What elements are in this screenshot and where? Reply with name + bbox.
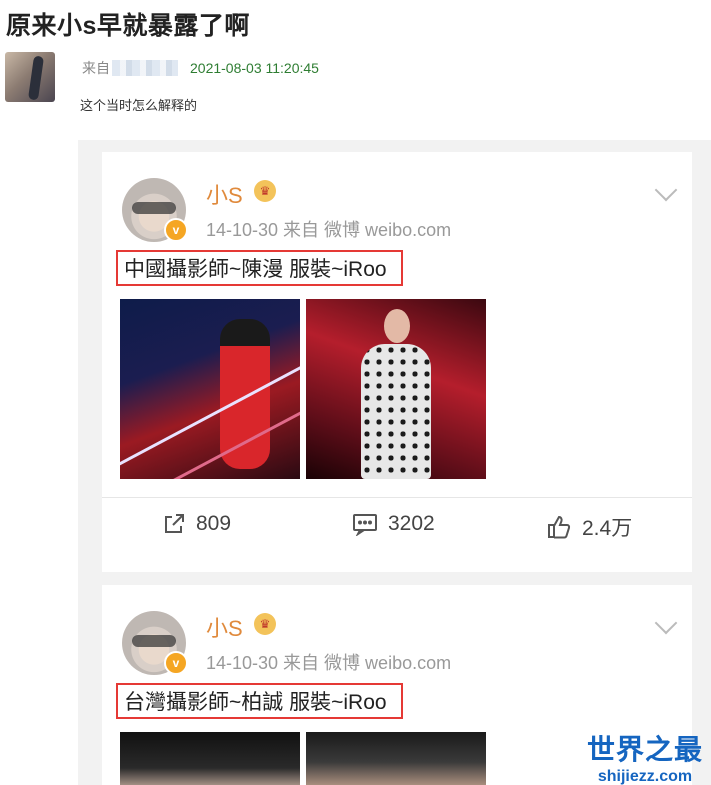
user-name[interactable]: 小S xyxy=(206,178,243,210)
weibo-card: v 小S ♛ 14-10-30 来自 微博 weibo.com 中國攝影師~陳漫… xyxy=(102,152,692,572)
caption-text: 中國攝影師~陳漫 服裝~iRoo xyxy=(124,258,387,281)
like-icon xyxy=(548,515,571,539)
source-label: 来自 xyxy=(82,60,110,76)
action-bar: 809 3202 2.4万 xyxy=(102,512,692,544)
share-icon xyxy=(165,514,184,533)
card-photo-2[interactable] xyxy=(306,299,486,479)
verified-badge-icon: v xyxy=(164,651,188,675)
chevron-down-icon[interactable] xyxy=(654,611,678,635)
card-photo-1[interactable] xyxy=(120,732,300,785)
divider xyxy=(102,497,692,498)
caption-text: 台灣攝影師~柏誠 服裝~iRoo xyxy=(124,691,387,714)
chevron-down-icon[interactable] xyxy=(654,178,678,202)
verified-badge-icon: v xyxy=(164,218,188,242)
site-watermark: 世界之最 shijiezz.com xyxy=(587,728,703,785)
user-name[interactable]: 小S xyxy=(206,611,243,643)
card-caption: 中國攝影師~陳漫 服裝~iRoo xyxy=(116,250,403,286)
comment-icon xyxy=(353,514,377,536)
blurred-source xyxy=(112,60,178,76)
post-timestamp[interactable]: 2021-08-03 11:20:45 xyxy=(190,60,319,76)
card-caption: 台灣攝影師~柏誠 服裝~iRoo xyxy=(116,683,403,719)
comment-button[interactable]: 3202 xyxy=(352,512,435,536)
comment-count: 3202 xyxy=(388,512,435,535)
page-title: 原来小s早就暴露了啊 xyxy=(6,12,250,40)
card-photo-2[interactable] xyxy=(306,732,486,785)
crown-icon: ♛ xyxy=(254,613,276,635)
like-count: 2.4万 xyxy=(582,517,633,540)
watermark-title: 世界之最 xyxy=(586,734,703,765)
card-photo-1[interactable] xyxy=(120,299,300,479)
repost-count: 809 xyxy=(196,512,232,535)
watermark-url: shijiezz.com xyxy=(597,768,693,785)
like-button[interactable]: 2.4万 xyxy=(546,512,632,542)
poster-avatar[interactable] xyxy=(5,52,55,102)
post-text: 这个当时怎么解释的 xyxy=(80,98,198,113)
crown-icon: ♛ xyxy=(254,180,276,202)
card-meta: 14-10-30 来自 微博 weibo.com xyxy=(206,653,452,673)
post-meta-line: 来自 2021-08-03 11:20:45 xyxy=(82,58,319,78)
card-meta: 14-10-30 来自 微博 weibo.com xyxy=(206,220,452,240)
repost-button[interactable]: 809 xyxy=(162,512,231,536)
